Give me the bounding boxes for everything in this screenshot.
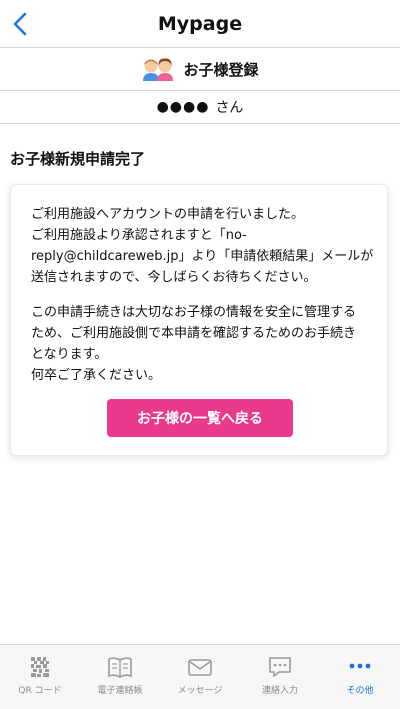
tab-messages[interactable]: メッセージ [160, 645, 240, 709]
tab-contact-input[interactable]: 連絡入力 [240, 645, 320, 709]
book-icon [108, 657, 132, 678]
tab-more[interactable]: その他 [320, 645, 400, 709]
tab-label: 連絡入力 [261, 686, 298, 696]
tab-label: その他 [346, 686, 374, 696]
section-header: お子様登録 [0, 48, 400, 91]
nav-bar: Mypage [0, 0, 400, 48]
mail-icon [188, 659, 212, 676]
back-to-children-list-button[interactable]: お子様の一覧へ戻る [107, 399, 293, 437]
tab-qr-code[interactable]: QR コード [0, 645, 80, 709]
user-name: ●●●● [156, 99, 210, 115]
tab-label: 電子連絡帳 [97, 686, 143, 696]
tab-label: メッセージ [177, 686, 223, 696]
more-icon [349, 663, 371, 669]
tab-label: QR コード [18, 686, 62, 696]
user-suffix: さん [215, 100, 244, 116]
user-row: ●●●● さん [0, 91, 400, 124]
bottom-tab-bar: QR コード 電子連絡帳 メッセージ 連絡入力 その他 [0, 644, 400, 709]
section-title: お子様登録 [183, 60, 259, 79]
back-button[interactable] [6, 8, 34, 40]
children-icon [143, 58, 174, 81]
page-title: Mypage [157, 12, 243, 35]
chat-icon [269, 657, 291, 677]
chevron-left-icon [13, 12, 27, 36]
qr-code-icon [31, 657, 49, 677]
completion-card: ご利用施設へアカウントの申請を行いました。 ご利用施設より承認されますと「no-… [10, 184, 388, 456]
message-application-sent: ご利用施設へアカウントの申請を行いました。 ご利用施設より承認されますと「no-… [31, 207, 374, 285]
message-notice: この申請手続きは大切なお子様の情報を安全に管理する ため、ご利用施設側で本申請を… [31, 305, 357, 383]
completion-heading: お子様新規申請完了 [10, 150, 146, 168]
tab-notebook[interactable]: 電子連絡帳 [80, 645, 160, 709]
